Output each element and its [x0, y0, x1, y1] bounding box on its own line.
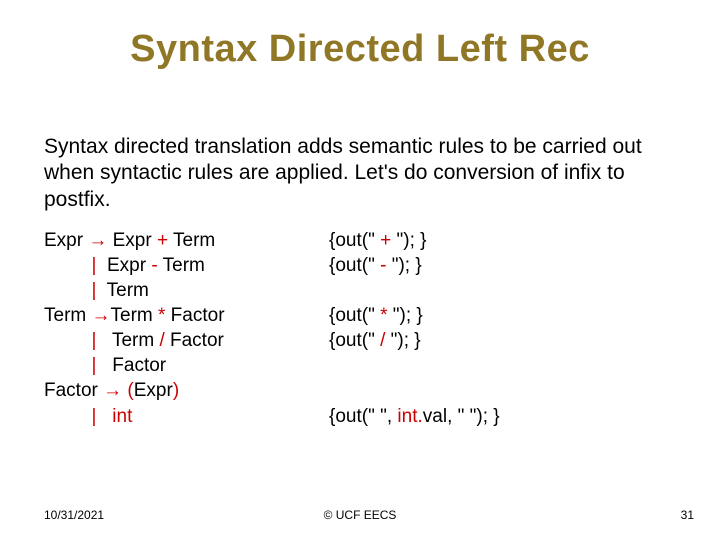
- grammar-row: | Term: [44, 278, 684, 303]
- grammar-row: | Term / Factor {out(" / "); }: [44, 328, 684, 353]
- footer-copyright: © UCF EECS: [0, 508, 720, 522]
- grammar-row: | Expr - Term {out(" - "); }: [44, 253, 684, 278]
- grammar-row: Expr → Expr + Term {out(" + "); }: [44, 228, 684, 253]
- slide-title: Syntax Directed Left Rec: [0, 0, 720, 71]
- grammar-row: | Factor: [44, 353, 684, 378]
- footer-page-number: 31: [681, 508, 694, 522]
- grammar-row: | int {out(" ", int.val, " "); }: [44, 404, 684, 429]
- intro-paragraph: Syntax directed translation adds semanti…: [44, 134, 664, 213]
- grammar-block: Expr → Expr + Term {out(" + "); } | Expr…: [44, 228, 684, 429]
- grammar-row: Factor → (Expr): [44, 378, 684, 403]
- grammar-row: Term →Term * Factor {out(" * "); }: [44, 303, 684, 328]
